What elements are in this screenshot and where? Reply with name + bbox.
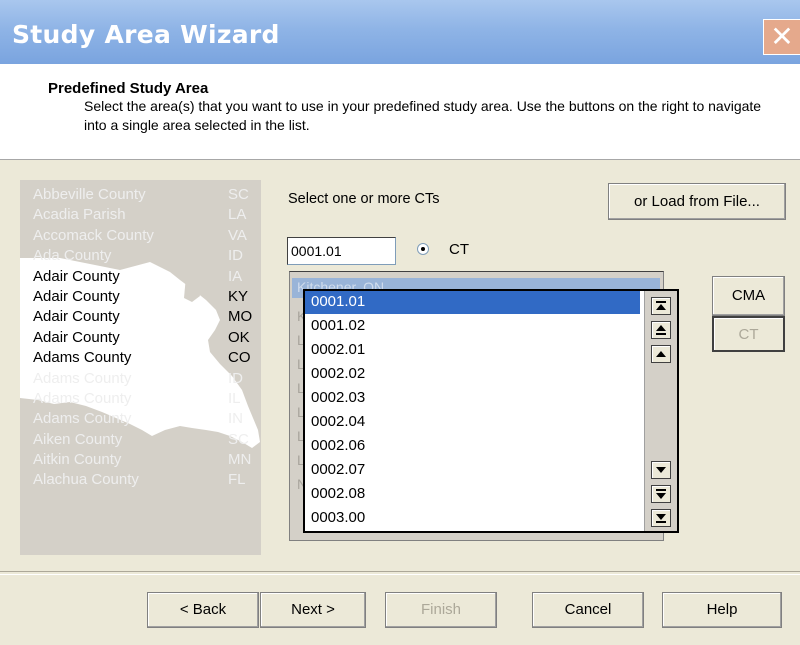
select-cts-label: Select one or more CTs — [288, 191, 440, 207]
arrow-up-icon — [656, 351, 666, 357]
close-icon[interactable]: ✕ — [763, 19, 800, 55]
scroll-up-button[interactable] — [651, 345, 671, 363]
list-item[interactable]: 0002.08 — [305, 483, 640, 506]
title-bar: Study Area Wizard ✕ — [0, 0, 800, 64]
list-item[interactable]: Adams County CO — [20, 349, 261, 369]
list-item[interactable]: 0002.07 — [305, 459, 640, 482]
list-item[interactable]: Adams County IN — [20, 410, 261, 430]
page-description: Select the area(s) that you want to use … — [84, 98, 762, 133]
ct-level-button[interactable]: CT — [712, 316, 785, 352]
list-item[interactable]: 0001.02 — [305, 315, 640, 338]
back-button[interactable]: < Back — [147, 592, 259, 628]
list-item[interactable]: 0003.00 — [305, 507, 640, 530]
load-from-file-button[interactable]: or Load from File... — [608, 183, 786, 220]
page-title: Predefined Study Area — [48, 80, 209, 97]
list-item[interactable]: 0002.02 — [305, 363, 640, 386]
ct-dropdown-list[interactable]: 0001.01 0001.02 0002.01 0002.02 0002.03 … — [303, 289, 679, 533]
finish-button[interactable]: Finish — [385, 592, 497, 628]
county-list[interactable]: Abbeville County SC Acadia Parish LA Accom… — [20, 180, 261, 555]
ct-radio-label: CT — [449, 241, 469, 258]
list-item[interactable]: Ada County ID — [20, 247, 261, 267]
cancel-button[interactable]: Cancel — [532, 592, 644, 628]
ct-list-scrollbar[interactable] — [644, 291, 677, 531]
scroll-bottom-icon — [656, 514, 666, 523]
scroll-top-icon — [656, 301, 666, 310]
list-item[interactable]: Acadia Parish LA — [20, 206, 261, 226]
list-item[interactable]: Accomack County VA — [20, 227, 261, 247]
page-up-icon — [656, 325, 666, 335]
window-title: Study Area Wizard — [12, 20, 280, 49]
list-item[interactable]: 0002.03 — [305, 387, 640, 410]
list-item[interactable]: 0001.01 — [305, 291, 640, 314]
next-button[interactable]: Next > — [260, 592, 366, 628]
page-down-icon — [656, 489, 666, 499]
page-up-button[interactable] — [651, 321, 671, 339]
list-item[interactable]: Adair County MO — [20, 308, 261, 328]
list-item[interactable]: Adair County OK — [20, 329, 261, 349]
ct-radio[interactable] — [417, 243, 429, 255]
list-item[interactable]: 0002.04 — [305, 411, 640, 434]
help-button[interactable]: Help — [662, 592, 782, 628]
list-item[interactable]: Abbeville County SC — [20, 186, 261, 206]
list-item[interactable]: Aiken County SC — [20, 431, 261, 451]
page-down-button[interactable] — [651, 485, 671, 503]
arrow-down-icon — [656, 467, 666, 473]
list-item[interactable]: Adams County ID — [20, 370, 261, 390]
ct-search-input[interactable]: 0001.01 — [287, 237, 396, 265]
scroll-down-button[interactable] — [651, 461, 671, 479]
wizard-header: Predefined Study Area Select the area(s)… — [0, 64, 800, 160]
list-item[interactable]: Alachua County FL — [20, 471, 261, 491]
cma-level-button[interactable]: CMA — [712, 276, 785, 316]
list-item[interactable]: 0002.01 — [305, 339, 640, 362]
footer-divider — [0, 571, 800, 575]
list-item[interactable]: Aitkin County MN — [20, 451, 261, 471]
scroll-top-button[interactable] — [651, 297, 671, 315]
list-item[interactable]: Adair County IA — [20, 268, 261, 288]
list-item[interactable]: Adams County IL — [20, 390, 261, 410]
list-item[interactable]: Adair County KY — [20, 288, 261, 308]
scroll-bottom-button[interactable] — [651, 509, 671, 527]
list-item[interactable]: 0002.06 — [305, 435, 640, 458]
